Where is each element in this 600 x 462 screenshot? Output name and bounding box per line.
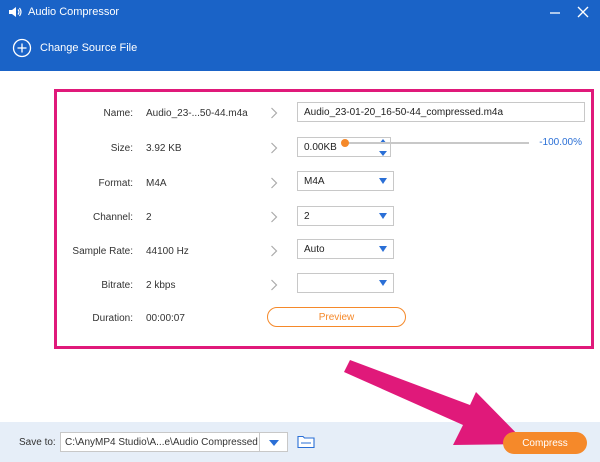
folder-icon[interactable] <box>297 434 315 449</box>
channel-selected: 2 <box>304 210 310 222</box>
save-path-value: C:\AnyMP4 Studio\A...e\Audio Compressed <box>65 436 258 448</box>
duration-label: Duration: <box>92 313 133 324</box>
title-bar: Audio Compressor <box>0 0 600 24</box>
chevron-right-icon <box>271 142 278 154</box>
channel-label: Channel: <box>92 212 133 223</box>
sample-rate-label: Sample Rate: <box>72 246 133 257</box>
bitrate-dropdown[interactable] <box>297 273 394 293</box>
chevron-right-icon <box>271 279 278 291</box>
compress-button[interactable]: Compress <box>503 432 587 454</box>
speaker-icon <box>8 5 22 19</box>
size-label: Size: <box>110 143 133 154</box>
chevron-down-icon <box>379 280 387 286</box>
chevron-right-icon <box>271 245 278 257</box>
preview-button[interactable]: Preview <box>267 307 406 327</box>
bitrate-label: Bitrate: <box>101 280 133 291</box>
format-dropdown[interactable]: M4A <box>297 171 394 191</box>
minimize-icon[interactable] <box>548 5 562 19</box>
channel-source-value: 2 <box>146 212 152 223</box>
size-slider-track[interactable] <box>345 142 529 144</box>
name-input-value: Audio_23-01-20_16-50-44_compressed.m4a <box>304 106 504 118</box>
size-percent: -100.00% <box>539 137 582 148</box>
chevron-right-icon <box>271 211 278 223</box>
name-input[interactable]: Audio_23-01-20_16-50-44_compressed.m4a <box>297 102 585 122</box>
window-title: Audio Compressor <box>28 6 120 18</box>
bitrate-source-value: 2 kbps <box>146 280 176 291</box>
size-input-value: 0.00KB <box>304 141 337 153</box>
name-label: Name: <box>103 108 133 119</box>
size-slider-handle[interactable] <box>341 139 349 147</box>
sample-rate-selected: Auto <box>304 243 325 255</box>
save-path-field[interactable]: C:\AnyMP4 Studio\A...e\Audio Compressed <box>60 432 260 452</box>
channel-dropdown[interactable]: 2 <box>297 206 394 226</box>
chevron-right-icon <box>271 177 278 189</box>
name-source-value: Audio_23-...50-44.m4a <box>146 108 248 119</box>
stepper-down-icon[interactable] <box>378 151 387 156</box>
chevron-right-icon <box>271 107 278 119</box>
chevron-down-icon <box>379 178 387 184</box>
save-path-dropdown[interactable] <box>260 432 288 452</box>
close-icon[interactable] <box>576 5 590 19</box>
toolbar: Change Source File <box>0 24 600 71</box>
compress-label: Compress <box>522 437 568 449</box>
preview-label: Preview <box>318 311 355 323</box>
plus-circle-icon <box>12 38 32 58</box>
change-source-button[interactable]: Change Source File <box>12 38 137 58</box>
save-to-label: Save to: <box>19 437 56 448</box>
sample-rate-source-value: 44100 Hz <box>146 246 189 257</box>
chevron-down-icon <box>269 440 279 446</box>
chevron-down-icon <box>379 246 387 252</box>
duration-value: 00:00:07 <box>146 313 185 324</box>
format-selected: M4A <box>304 175 325 187</box>
change-source-label: Change Source File <box>40 41 138 54</box>
size-source-value: 3.92 KB <box>146 143 182 154</box>
format-label: Format: <box>98 178 133 189</box>
format-source-value: M4A <box>146 178 167 189</box>
chevron-down-icon <box>379 213 387 219</box>
sample-rate-dropdown[interactable]: Auto <box>297 239 394 259</box>
